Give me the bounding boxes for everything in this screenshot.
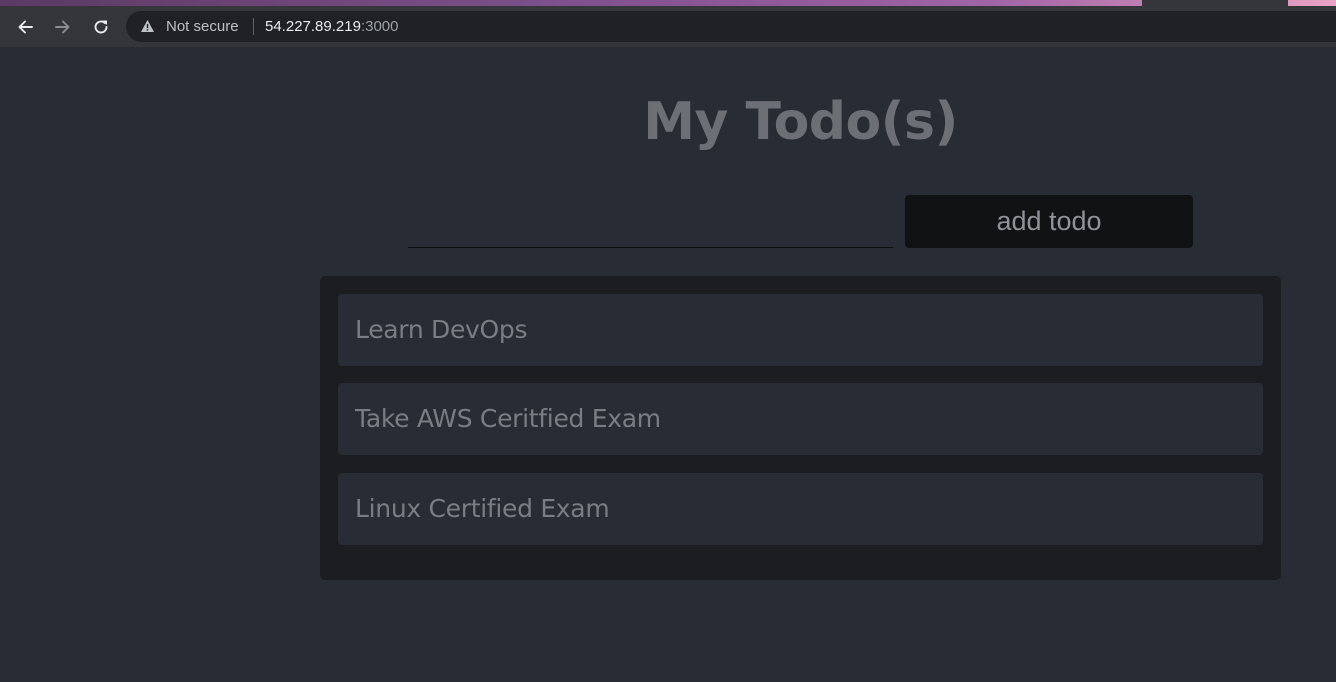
todo-item[interactable]: Linux Certified Exam: [338, 473, 1263, 545]
address-bar[interactable]: Not secure 54.227.89.219:3000: [126, 11, 1336, 42]
browser-toolbar: Not secure 54.227.89.219:3000: [0, 6, 1336, 48]
url-text[interactable]: 54.227.89.219:3000: [265, 18, 398, 35]
add-todo-button[interactable]: add todo: [905, 195, 1193, 248]
reload-button[interactable]: [88, 14, 114, 40]
warning-icon[interactable]: [140, 19, 155, 33]
todo-item[interactable]: Take AWS Ceritfied Exam: [338, 383, 1263, 455]
todo-input[interactable]: [408, 196, 893, 248]
forward-arrow-icon: [55, 20, 70, 34]
back-arrow-icon: [18, 20, 33, 34]
address-bar-divider: [253, 18, 254, 35]
url-port: :3000: [360, 18, 399, 35]
todo-item[interactable]: Learn DevOps: [338, 294, 1263, 366]
url-host: 54.227.89.219: [265, 18, 361, 35]
todo-list: Learn DevOps Take AWS Ceritfied Exam Lin…: [320, 276, 1281, 580]
page-title: My Todo(s): [643, 92, 958, 152]
security-status-label[interactable]: Not secure: [166, 18, 239, 35]
back-button[interactable]: [12, 14, 38, 40]
reload-icon: [94, 20, 108, 34]
forward-button[interactable]: [50, 14, 76, 40]
